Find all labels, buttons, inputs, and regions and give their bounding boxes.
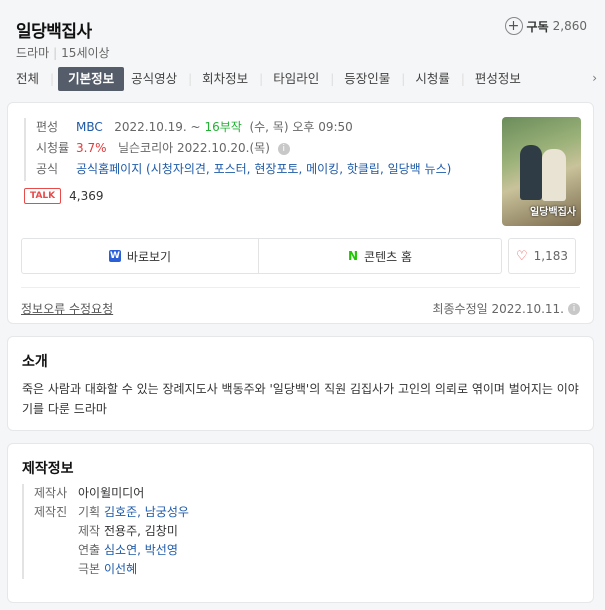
credits-list: 제작사 아이윌미디어 제작진 기획 김호준, 남궁성우 제작 전용주, 김창미 …: [22, 484, 189, 579]
poster-figure: [542, 149, 566, 201]
subscribe-button[interactable]: + 구독 2,860: [504, 17, 587, 35]
page-title: 일당백집사: [16, 22, 92, 42]
program-meta: 드라마 | 15세이상: [16, 44, 110, 61]
ratings-row: 시청률 3.7% 닐슨코리아 2022.10.20.(목) i: [36, 139, 451, 160]
watch-label: 바로보기: [126, 249, 172, 264]
tab-divider: |: [330, 72, 335, 86]
tab-divider: |: [188, 72, 193, 86]
rating-source: 닐슨코리아 2022.10.20.(목): [117, 141, 270, 155]
tab-basic-info[interactable]: 기본정보: [58, 67, 125, 91]
official-label: 공식: [36, 162, 59, 176]
tab-official-video[interactable]: 공식영상: [125, 67, 183, 91]
subscribe-count: 2,860: [552, 19, 587, 33]
staff-label: 제작진: [34, 505, 68, 519]
age-rating: 15세이상: [61, 46, 110, 60]
credit-row: 극본 이선혜: [34, 560, 189, 579]
tab-ratings[interactable]: 시청률: [409, 67, 456, 91]
tab-timeline[interactable]: 타임라인: [267, 67, 325, 91]
talk-count: 4,369: [69, 189, 104, 203]
credit-row: 제작진 기획 김호준, 남궁성우: [34, 503, 189, 522]
role-names[interactable]: 김호준, 남궁성우: [104, 503, 189, 522]
role-names[interactable]: 이선혜: [104, 560, 137, 579]
air-schedule: (수, 목) 오후 09:50: [249, 120, 353, 134]
contents-home-button[interactable]: N 콘텐츠 홈: [259, 238, 502, 274]
tab-divider: |: [259, 72, 264, 86]
episode-count: 16부작: [204, 120, 242, 134]
official-row: 공식 공식홈페이지 (시청자의견, 포스터, 현장포토, 메이킹, 핫클립, 일…: [36, 160, 451, 181]
talk-badge: TALK: [24, 188, 62, 204]
credit-row: 연출 심소연, 박선영: [34, 541, 189, 560]
channel-link[interactable]: MBC: [76, 120, 103, 134]
production-card: 제작정보 제작사 아이윌미디어 제작진 기획 김호준, 남궁성우 제작 전용주,…: [7, 443, 594, 603]
basic-info-card: 편성 MBC 2022.10.19. ~ 16부작 (수, 목) 오후 09:5…: [7, 102, 594, 324]
role-names[interactable]: 심소연, 박선영: [104, 541, 178, 560]
ratings-label: 시청률: [36, 141, 70, 155]
poster-title: 일당백집사: [530, 207, 576, 218]
tab-all[interactable]: 전체: [10, 67, 45, 91]
like-count: 1,183: [533, 249, 568, 263]
genre-label: 드라마: [16, 46, 50, 60]
info-icon[interactable]: i: [277, 142, 290, 155]
production-title: 제작정보: [22, 461, 74, 477]
heart-icon: ♡: [515, 248, 528, 264]
company-label: 제작사: [34, 486, 68, 500]
contents-home-label: 콘텐츠 홈: [364, 249, 413, 264]
rating-value: 3.7%: [76, 141, 107, 155]
basic-info-list: 편성 MBC 2022.10.19. ~ 16부작 (수, 목) 오후 09:5…: [24, 118, 451, 181]
last-updated: 최종수정일 2022.10.11. i: [432, 300, 580, 317]
role-label: 연출: [78, 543, 101, 557]
like-button[interactable]: ♡ 1,183: [508, 238, 576, 274]
naver-n-icon: N: [347, 249, 359, 263]
action-buttons: W 바로보기 N 콘텐츠 홈 ♡ 1,183: [21, 238, 582, 274]
chevron-right-icon[interactable]: ›: [592, 71, 597, 85]
intro-title: 소개: [22, 354, 48, 370]
last-updated-text: 최종수정일 2022.10.11.: [432, 302, 564, 316]
tab-divider: |: [460, 72, 465, 86]
report-error-link[interactable]: 정보오류 수정요청: [21, 300, 113, 317]
poster-figure: [520, 145, 542, 200]
date-range: 2022.10.19. ~: [114, 120, 201, 134]
tab-episodes[interactable]: 회차정보: [196, 67, 254, 91]
naver-tv-icon: W: [108, 250, 121, 262]
tab-divider: |: [401, 72, 406, 86]
tab-schedule[interactable]: 편성정보: [469, 67, 527, 91]
official-links[interactable]: 공식홈페이지 (시청자의견, 포스터, 현장포토, 메이킹, 핫클립, 일당백 …: [76, 160, 451, 181]
broadcast-row: 편성 MBC 2022.10.19. ~ 16부작 (수, 목) 오후 09:5…: [36, 118, 451, 139]
credit-row: 제작사 아이윌미디어: [34, 484, 189, 503]
subscribe-label: 구독: [526, 19, 549, 34]
role-label: 극본: [78, 562, 101, 576]
meta-divider: |: [53, 46, 58, 60]
poster-image[interactable]: 일당백집사: [502, 117, 581, 226]
role-names: 전용주, 김창미: [104, 524, 178, 538]
tab-bar: 전체 | 기본정보 공식영상 | 회차정보 | 타임라인 | 등장인물 | 시청…: [0, 66, 605, 92]
talk-section[interactable]: TALK 4,369: [24, 188, 103, 204]
role-label: 제작: [78, 524, 101, 538]
card-footer: 정보오류 수정요청 최종수정일 2022.10.11. i: [21, 287, 580, 323]
company-name: 아이윌미디어: [78, 486, 145, 500]
info-icon[interactable]: i: [568, 302, 580, 315]
intro-card: 소개 죽은 사람과 대화할 수 있는 장례지도사 백동주와 '일당백'의 직원 …: [7, 336, 594, 431]
header: 일당백집사 드라마 | 15세이상 + 구독 2,860 전체 | 기본정보 공식영…: [0, 0, 605, 96]
watch-button[interactable]: W 바로보기: [21, 238, 259, 274]
plus-icon: +: [504, 17, 523, 35]
intro-text: 죽은 사람과 대화할 수 있는 장례지도사 백동주와 '일당백'의 직원 김집사…: [22, 382, 579, 416]
credit-row: 제작 전용주, 김창미: [34, 522, 189, 541]
role-label: 기획: [78, 505, 101, 519]
broadcast-label: 편성: [36, 120, 59, 134]
tab-divider: |: [50, 72, 55, 86]
tab-characters[interactable]: 등장인물: [338, 67, 396, 91]
